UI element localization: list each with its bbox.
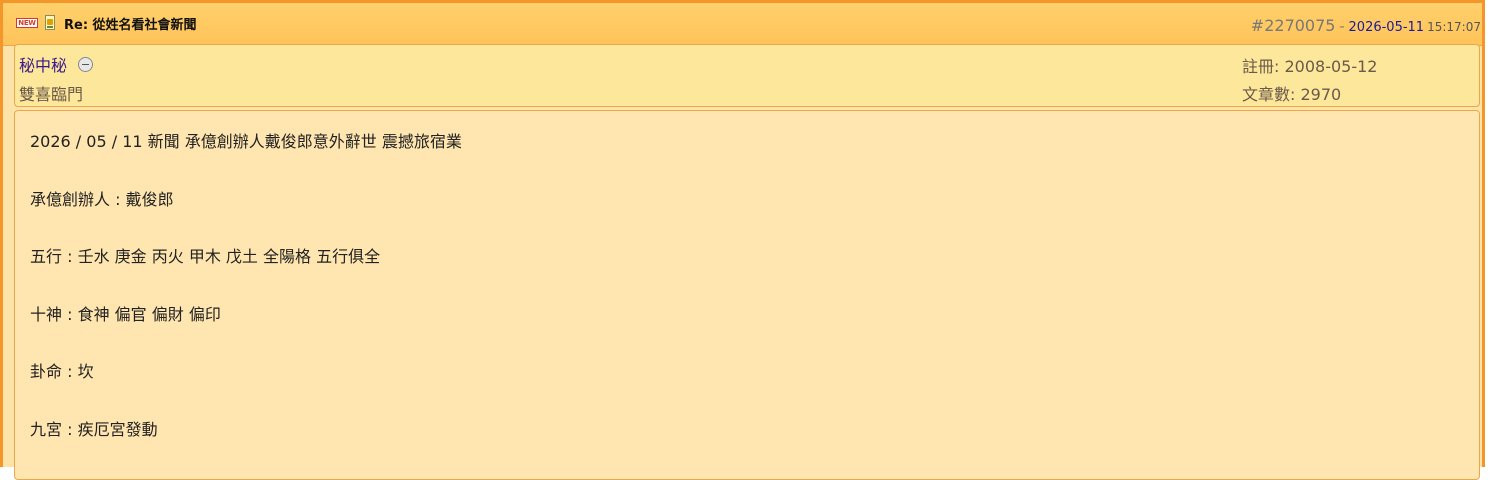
- post-date: 2026-05-11: [1348, 20, 1425, 35]
- post-meta: #2270075-2026-05-11 15:17:07: [1251, 16, 1481, 35]
- username-link[interactable]: 秘中秘: [19, 52, 67, 76]
- content-line: 五行 : 壬水 庚金 丙火 甲木 戊土 全陽格 五行俱全: [30, 247, 381, 266]
- post-time: 15:17:07: [1427, 20, 1481, 34]
- forum-post: NEW Re: 從姓名看社會新聞 #2270075-2026-05-11 15:1…: [0, 0, 1485, 480]
- content-line: 2026 / 05 / 11 新聞 承億創辦人戴俊郎意外辭世 震撼旅宿業: [30, 132, 462, 151]
- user-info-box: 秘中秘 雙喜臨門 註冊: 2008-05-12 文章數: 2970: [14, 44, 1480, 107]
- content-line: 承億創辦人 : 戴俊郎: [30, 190, 174, 209]
- new-badge-icon: NEW: [16, 18, 38, 28]
- meta-separator: -: [1339, 19, 1345, 35]
- document-icon: [45, 15, 55, 30]
- content-line: 十神 : 食神 偏官 偏財 偏印: [30, 305, 221, 324]
- registration-date: 註冊: 2008-05-12: [1242, 57, 1378, 76]
- post-title-bar: NEW Re: 從姓名看社會新聞 #2270075-2026-05-11 15:1…: [3, 3, 1482, 46]
- post-count: 文章數: 2970: [1242, 85, 1342, 104]
- post-number-link[interactable]: #2270075: [1251, 16, 1336, 35]
- user-title: 雙喜臨門: [19, 85, 84, 104]
- offline-status-icon: [78, 57, 93, 72]
- post-content: 2026 / 05 / 11 新聞 承億創辦人戴俊郎意外辭世 震撼旅宿業 承億創…: [14, 110, 1480, 480]
- content-line: 九宮 : 疾厄宮發動: [30, 420, 158, 439]
- content-line: 卦命 : 坎: [30, 362, 94, 381]
- post-title[interactable]: Re: 從姓名看社會新聞: [64, 14, 197, 33]
